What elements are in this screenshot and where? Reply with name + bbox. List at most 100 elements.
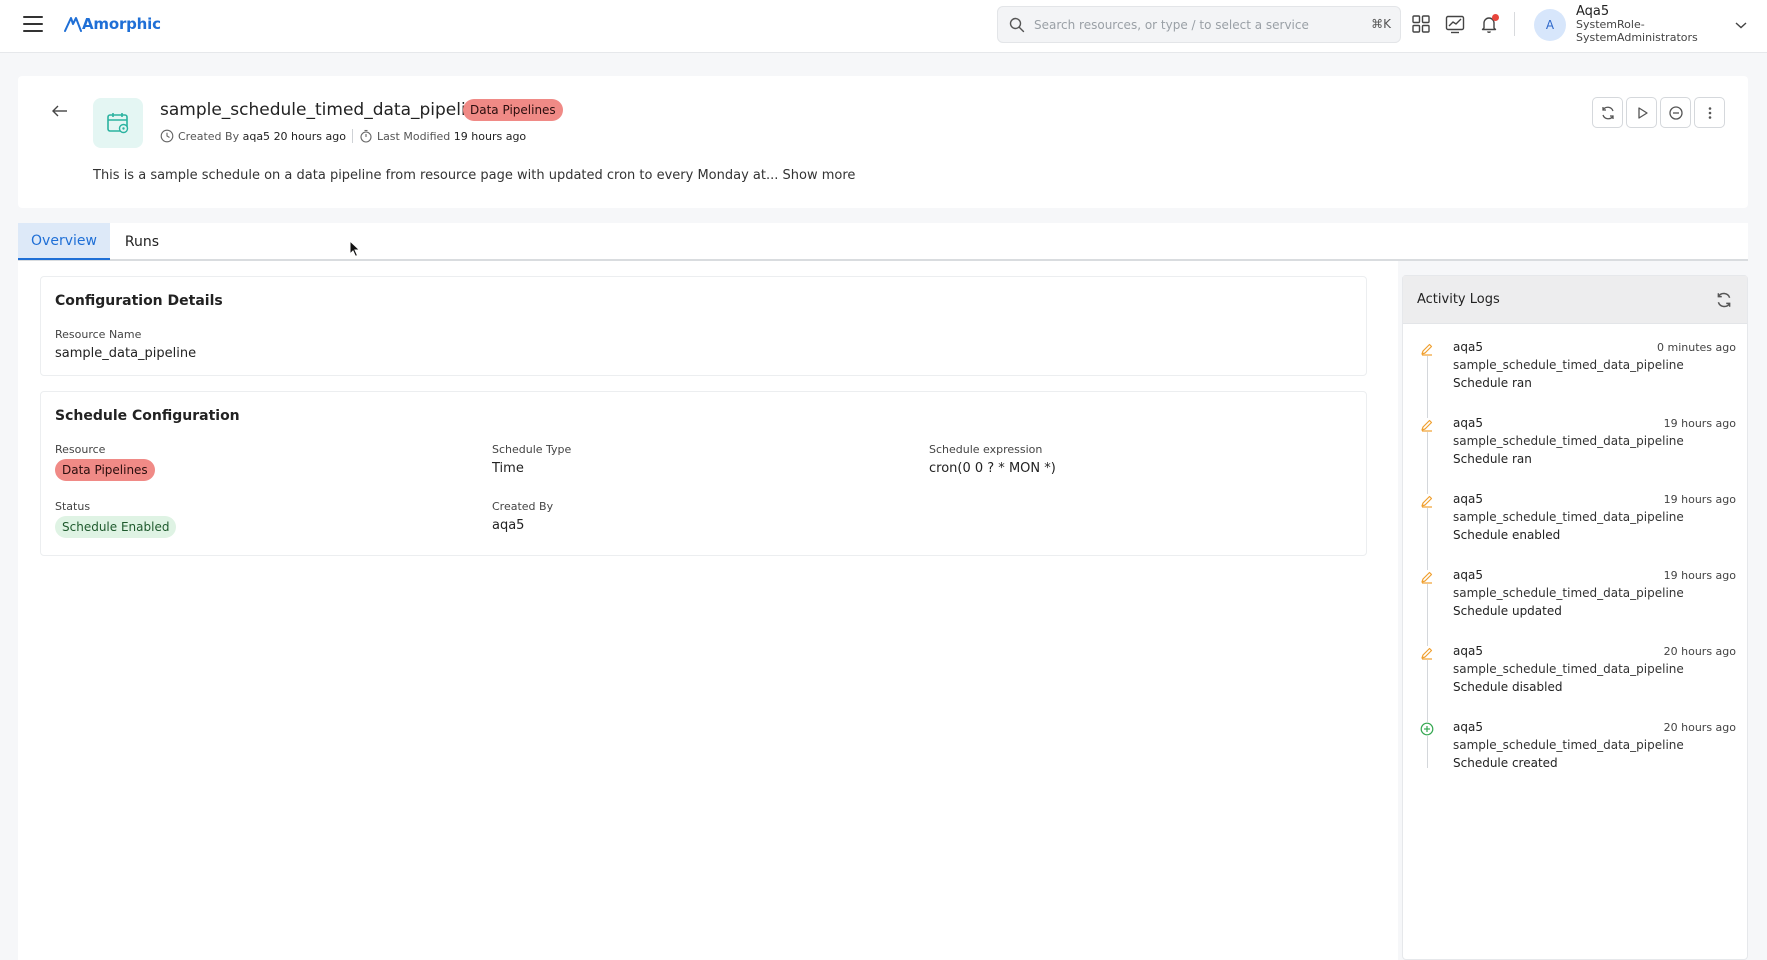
user-menu[interactable]: A Aqa5 SystemRole- SystemAdministrators	[1534, 5, 1754, 47]
schedule-type-value: Time	[492, 461, 524, 476]
log-user: aqa5	[1453, 340, 1483, 354]
user-name: Aqa5	[1576, 4, 1610, 19]
log-action: Schedule created	[1453, 756, 1558, 770]
search-input[interactable]	[1034, 17, 1364, 32]
log-time: 0 minutes ago	[1657, 341, 1736, 354]
created-by-user: aqa5	[242, 129, 271, 143]
tab-overview[interactable]: Overview	[18, 223, 110, 260]
log-time: 19 hours ago	[1663, 569, 1736, 582]
search-icon	[1009, 17, 1025, 32]
resource-meta: Created By aqa5 20 hours ago Last Modifi…	[160, 129, 526, 143]
back-arrow-icon[interactable]	[51, 104, 69, 118]
log-resource: sample_schedule_timed_data_pipeline	[1453, 510, 1684, 524]
edit-icon	[1420, 570, 1434, 584]
avatar: A	[1534, 9, 1566, 41]
log-action: Schedule enabled	[1453, 528, 1561, 542]
log-action: Schedule ran	[1453, 376, 1532, 390]
log-time: 20 hours ago	[1663, 645, 1736, 658]
play-icon	[1637, 106, 1648, 119]
schedule-expression-label: Schedule expression	[929, 443, 1043, 456]
log-resource: sample_schedule_timed_data_pipeline	[1453, 662, 1684, 676]
global-search[interactable]: ⌘K	[997, 6, 1401, 43]
edit-icon	[1420, 494, 1434, 508]
schedule-configuration-title: Schedule Configuration	[55, 408, 240, 424]
last-modified-label: Last Modified	[376, 129, 451, 143]
status-label: Status	[55, 500, 91, 513]
show-more-link[interactable]: Show more	[783, 168, 856, 183]
disable-circle-icon	[1668, 105, 1683, 120]
schedule-type-label: Schedule Type	[492, 443, 572, 456]
more-vertical-icon	[1708, 106, 1711, 119]
bell-icon[interactable]	[1478, 13, 1500, 35]
resource-description: This is a sample schedule on a data pipe…	[93, 168, 855, 183]
mouse-cursor-icon	[349, 240, 361, 258]
log-resource: sample_schedule_timed_data_pipeline	[1453, 358, 1684, 372]
activity-log-item: aqa5 20 hours ago sample_schedule_timed_…	[1403, 642, 1747, 712]
log-action: Schedule disabled	[1453, 680, 1563, 694]
status-badge: Schedule Enabled	[55, 516, 177, 538]
refresh-button[interactable]	[1592, 97, 1623, 128]
brand-name: Amorphic	[82, 15, 161, 33]
chevron-down-icon[interactable]	[1734, 20, 1748, 30]
clock-history-icon	[160, 129, 174, 143]
log-action: Schedule updated	[1453, 604, 1562, 618]
schedule-expression-value: cron(0 0 ? * MON *)	[929, 461, 1056, 476]
configuration-title: Configuration Details	[55, 293, 223, 309]
top-bar: Amorphic ⌘K A Aqa	[0, 0, 1767, 53]
created-ago: 20 hours ago	[273, 129, 346, 143]
plus-circle-icon	[1420, 722, 1434, 736]
user-role-line1: SystemRole-	[1576, 18, 1645, 31]
activity-log-item: aqa5 0 minutes ago sample_schedule_timed…	[1403, 338, 1747, 408]
insights-chart-icon[interactable]	[1444, 13, 1466, 35]
refresh-icon	[1601, 106, 1614, 119]
log-action: Schedule ran	[1453, 452, 1532, 466]
resource-type-badge: Data Pipelines	[463, 99, 563, 121]
disable-schedule-button[interactable]	[1660, 97, 1691, 128]
description-text: This is a sample schedule on a data pipe…	[93, 168, 779, 183]
menu-icon[interactable]	[23, 16, 43, 32]
last-modified-ago: 19 hours ago	[453, 129, 527, 143]
log-time: 19 hours ago	[1663, 417, 1736, 430]
created-by-label: Created By	[178, 129, 240, 143]
activity-log-item: aqa5 19 hours ago sample_schedule_timed_…	[1403, 566, 1747, 636]
edit-icon	[1420, 646, 1434, 660]
log-user: aqa5	[1453, 720, 1483, 734]
resource-name-value: sample_data_pipeline	[55, 346, 197, 361]
resource-header: sample_schedule_timed_data_pipeline Data…	[18, 76, 1748, 208]
resource-name-label: Resource Name	[55, 328, 142, 341]
edit-icon	[1420, 418, 1434, 432]
log-user: aqa5	[1453, 568, 1483, 582]
amorphic-logo-icon	[64, 17, 82, 32]
log-user: aqa5	[1453, 644, 1483, 658]
overview-panel: Configuration Details Resource Name samp…	[18, 261, 1398, 960]
tab-bar: Overview Runs	[18, 223, 1748, 261]
timer-icon	[360, 129, 372, 143]
more-options-button[interactable]	[1694, 97, 1725, 128]
configuration-details-card: Configuration Details Resource Name samp…	[40, 276, 1367, 376]
resource-type-badge: Data Pipelines	[55, 459, 155, 481]
brand-logo[interactable]: Amorphic	[64, 13, 161, 35]
activity-logs-panel: Activity Logs aqa5 0 minutes ago sample_…	[1402, 275, 1748, 960]
divider	[1514, 12, 1515, 36]
log-time: 20 hours ago	[1663, 721, 1736, 734]
activity-log-item: aqa5 19 hours ago sample_schedule_timed_…	[1403, 490, 1747, 560]
log-user: aqa5	[1453, 416, 1483, 430]
refresh-icon[interactable]	[1715, 291, 1733, 309]
schedule-configuration-card: Schedule Configuration Resource Data Pip…	[40, 391, 1367, 556]
search-shortcut: ⌘K	[1371, 17, 1391, 31]
activity-log-item: aqa5 19 hours ago sample_schedule_timed_…	[1403, 414, 1747, 484]
run-schedule-button[interactable]	[1626, 97, 1657, 128]
created-by-label: Created By	[492, 500, 554, 513]
resource-label: Resource	[55, 443, 106, 456]
log-resource: sample_schedule_timed_data_pipeline	[1453, 586, 1684, 600]
log-time: 19 hours ago	[1663, 493, 1736, 506]
apps-grid-icon[interactable]	[1410, 13, 1432, 35]
activity-logs-title: Activity Logs	[1417, 292, 1500, 307]
schedule-resource-icon	[93, 98, 143, 148]
tab-runs[interactable]: Runs	[110, 223, 174, 260]
page-title: sample_schedule_timed_data_pipeline	[160, 100, 487, 120]
created-by-value: aqa5	[492, 518, 525, 533]
user-role-line2: SystemAdministrators	[1576, 31, 1698, 44]
activity-log-item: aqa5 20 hours ago sample_schedule_timed_…	[1403, 718, 1747, 788]
edit-icon	[1420, 342, 1434, 356]
